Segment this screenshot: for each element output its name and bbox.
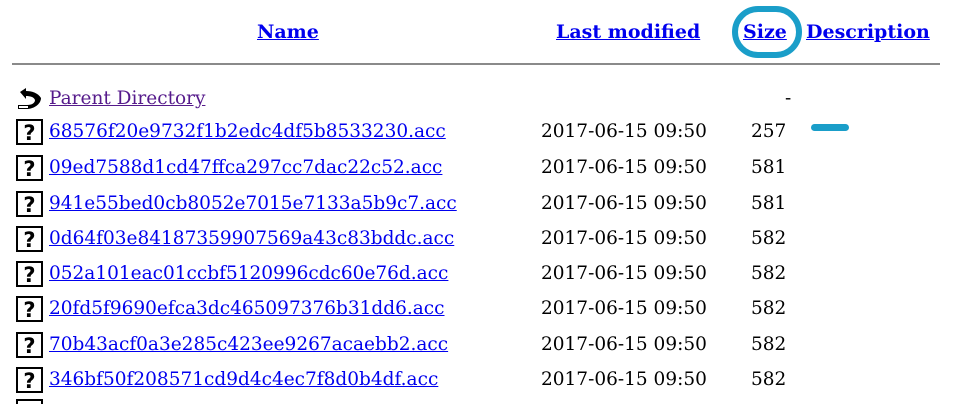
svg-text:?: ? [23, 334, 35, 358]
svg-text:?: ? [23, 228, 35, 252]
name-column-header[interactable]: Name [257, 19, 319, 45]
file-row: ? 09ed7588d1cd47ffca297cc7dac22c52.acc 2… [0, 151, 954, 184]
file-modified: 2017-06-15 09:50 [541, 298, 707, 319]
file-modified: 2017-06-15 09:50 [541, 228, 707, 249]
parent-directory-row: Parent Directory - [0, 82, 954, 115]
file-row: ? 70b43acf0a3e285c423ee9267acaebb2.acc 2… [0, 328, 954, 361]
parent-size: - [785, 88, 792, 109]
file-row: ? 68576f20e9732f1b2edc4df5b8533230.acc 2… [0, 115, 954, 148]
svg-text:?: ? [23, 157, 35, 181]
file-link[interactable]: 20fd5f9690efca3dc465097376b31dd6.acc [49, 297, 445, 321]
unknown-file-icon: ? [16, 296, 43, 322]
svg-text:?: ? [23, 298, 35, 322]
header-divider [12, 63, 940, 65]
size-header-highlight-circle [732, 6, 802, 58]
unknown-file-icon: ? [16, 367, 43, 393]
unknown-file-icon: ? [16, 191, 43, 217]
file-link[interactable]: 68576f20e9732f1b2edc4df5b8533230.acc [49, 120, 446, 144]
svg-text:?: ? [23, 121, 35, 145]
file-row: ? 0d64f03e84187359907569a43c83bddc.acc 2… [0, 222, 954, 255]
file-modified: 2017-06-15 09:50 [541, 121, 707, 142]
unknown-file-icon: ? [16, 155, 43, 181]
file-size: 582 [751, 298, 787, 319]
file-size: 582 [751, 263, 787, 284]
description-column-header[interactable]: Description [806, 19, 930, 45]
file-size: 582 [751, 334, 787, 355]
file-size: 581 [751, 157, 787, 178]
file-row: ? 941e55bed0cb8052e7015e7133a5b9c7.acc 2… [0, 187, 954, 220]
unknown-file-icon: ? [16, 261, 43, 287]
size-value-highlight-mark [811, 124, 849, 131]
file-modified: 2017-06-15 09:50 [541, 369, 707, 390]
file-link[interactable]: 09ed7588d1cd47ffca297cc7dac22c52.acc [49, 156, 442, 180]
file-size: 581 [751, 193, 787, 214]
unknown-file-icon: ? [16, 119, 43, 145]
file-size: 257 [751, 121, 787, 142]
file-link[interactable]: 346bf50f208571cd9d4c4ec7f8d0b4df.acc [49, 368, 438, 392]
file-modified: 2017-06-15 09:50 [541, 193, 707, 214]
unknown-file-icon: ? [16, 332, 43, 358]
svg-text:?: ? [23, 263, 35, 287]
svg-text:?: ? [23, 369, 35, 393]
file-modified: 2017-06-15 09:50 [541, 334, 707, 355]
file-row: ? 346bf50f208571cd9d4c4ec7f8d0b4df.acc 2… [0, 363, 954, 396]
file-link[interactable]: 70b43acf0a3e285c423ee9267acaebb2.acc [49, 333, 448, 357]
file-link[interactable]: 0d64f03e84187359907569a43c83bddc.acc [49, 227, 454, 251]
file-modified: 2017-06-15 09:50 [541, 157, 707, 178]
last-modified-column-header[interactable]: Last modified [556, 19, 700, 45]
file-link[interactable]: 941e55bed0cb8052e7015e7133a5b9c7.acc [49, 192, 457, 216]
file-row: ? 20fd5f9690efca3dc465097376b31dd6.acc 2… [0, 292, 954, 325]
file-row: ? 052a101eac01ccbf5120996cdc60e76d.acc 2… [0, 257, 954, 290]
file-size: 582 [751, 369, 787, 390]
unknown-file-icon [16, 399, 43, 404]
svg-text:?: ? [23, 193, 35, 217]
file-size: 582 [751, 228, 787, 249]
file-modified: 2017-06-15 09:50 [541, 263, 707, 284]
unknown-file-icon: ? [16, 226, 43, 252]
file-link[interactable]: 052a101eac01ccbf5120996cdc60e76d.acc [49, 262, 448, 286]
back-arrow-icon [16, 86, 43, 112]
parent-directory-link[interactable]: Parent Directory [49, 87, 205, 111]
